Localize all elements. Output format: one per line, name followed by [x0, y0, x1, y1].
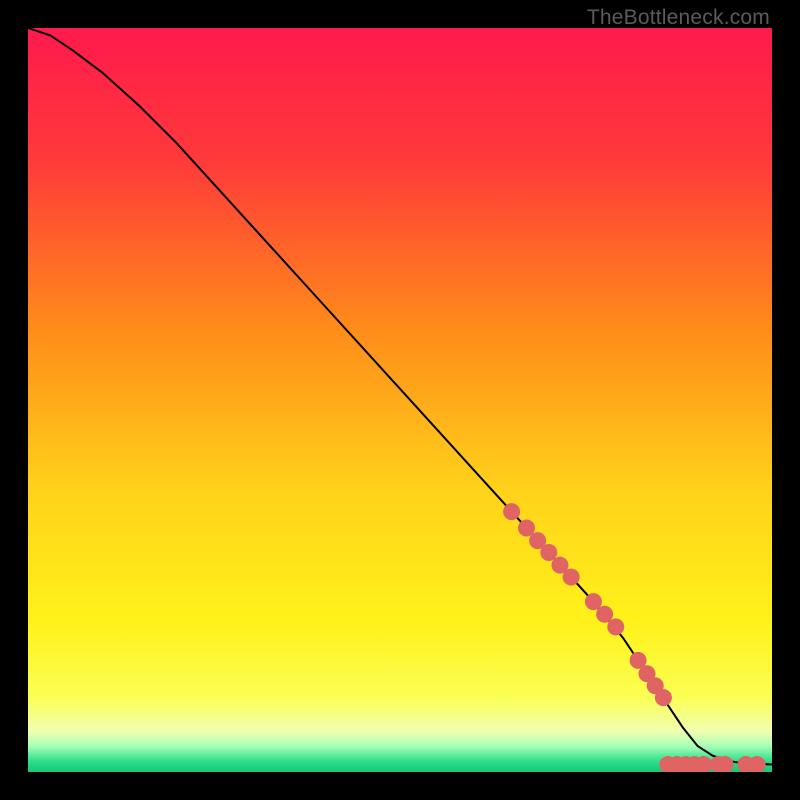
data-point	[563, 569, 580, 586]
gradient-background	[28, 28, 772, 772]
data-point	[503, 503, 520, 520]
data-point	[655, 689, 672, 706]
chart-svg	[28, 28, 772, 772]
plot-area	[28, 28, 772, 772]
chart-frame: TheBottleneck.com	[0, 0, 800, 800]
attribution-text: TheBottleneck.com	[587, 6, 770, 30]
data-point	[607, 618, 624, 635]
